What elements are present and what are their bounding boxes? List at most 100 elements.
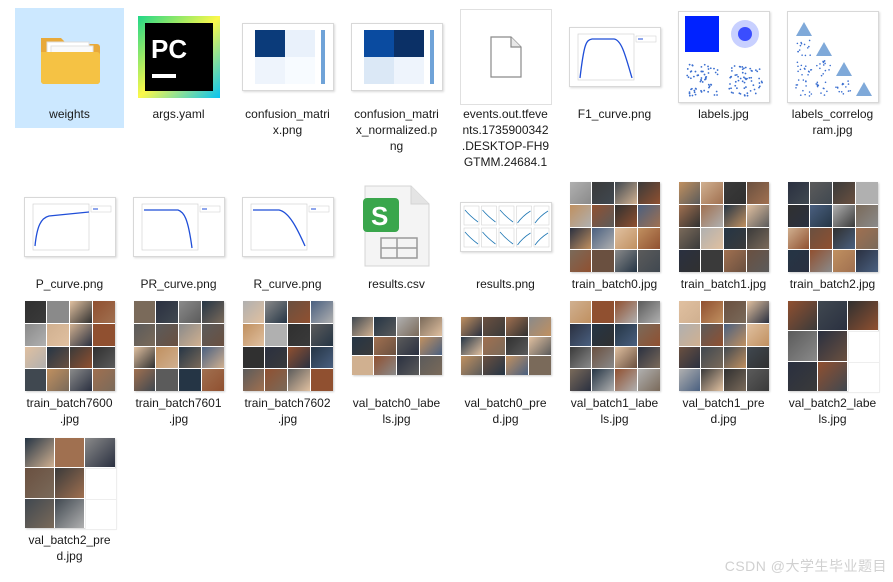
file-name-label: results.png xyxy=(454,276,558,292)
file-item[interactable]: confusion_matri x.png xyxy=(233,8,342,138)
file-name-line: train_batch7602 xyxy=(244,396,331,410)
photo-grid-thumbnail-icon xyxy=(24,301,116,391)
file-name-line: confusion_matri xyxy=(245,107,330,121)
file-name-line: train_batch7600 xyxy=(26,396,113,410)
photo-grid-wide-thumbnail-icon xyxy=(351,301,443,391)
file-name-label: args.yaml xyxy=(127,106,231,122)
r-curve-thumbnail-icon xyxy=(241,182,334,272)
photo-grid-thumbnail-icon xyxy=(242,301,334,391)
file-name-line: d.jpg xyxy=(710,412,737,426)
file-name-line: labels_correlog xyxy=(791,107,874,121)
file-item[interactable]: val_batch0_labe ls.jpg xyxy=(342,297,451,427)
spreadsheet-file-icon: S xyxy=(351,182,443,272)
file-item[interactable]: train_batch0.jpg xyxy=(560,178,669,292)
file-name-line: F1_curve.png xyxy=(577,107,652,121)
file-name-line: .jpg xyxy=(168,412,189,426)
file-item[interactable]: PC args.yaml xyxy=(124,8,233,122)
folder-icon xyxy=(24,12,116,102)
file-item[interactable]: R_curve.png xyxy=(233,178,342,292)
file-name-label: val_batch2_labe ls.jpg xyxy=(781,395,885,427)
file-item[interactable]: val_batch1_pre d.jpg xyxy=(669,297,778,427)
file-name-line: val_batch0_pre xyxy=(464,396,547,410)
file-item[interactable]: F1_curve.png xyxy=(560,8,669,122)
file-name-line: x_normalized.p xyxy=(355,123,438,137)
file-item[interactable]: train_batch7600 .jpg xyxy=(15,297,124,427)
file-name-label: train_batch7600 .jpg xyxy=(18,395,122,427)
file-name-line: nts.1735900342 xyxy=(462,123,549,137)
file-name-line: results.csv xyxy=(368,277,425,291)
svg-text:PC: PC xyxy=(151,34,187,64)
correlogram-thumbnail-icon xyxy=(786,11,879,103)
file-name-line: ls.jpg xyxy=(600,412,629,426)
f1-curve-thumbnail-icon xyxy=(568,12,661,102)
file-name-line: GTMM.24684.1 xyxy=(463,155,548,169)
confusion-matrix-normalized-thumbnail-icon xyxy=(350,12,443,102)
file-item[interactable]: labels_correlog ram.jpg xyxy=(778,8,887,138)
pycharm-icon: PC xyxy=(133,12,225,102)
file-name-line: PR_curve.png xyxy=(140,277,217,291)
photo-grid-wide-thumbnail-icon xyxy=(460,301,552,391)
file-name-line: ram.jpg xyxy=(812,123,853,137)
file-name-label: weights xyxy=(18,106,122,122)
file-item[interactable]: confusion_matri x_normalized.png xyxy=(342,8,451,154)
file-name-line: val_batch2_pre xyxy=(28,533,111,547)
file-name-line: events.out.tfeve xyxy=(463,107,548,121)
file-item[interactable]: PR_curve.png xyxy=(124,178,233,292)
file-name-line: train_batch1.jpg xyxy=(680,277,767,291)
file-name-label: train_batch2.jpg xyxy=(781,276,885,292)
file-name-label: val_batch0_labe ls.jpg xyxy=(345,395,449,427)
file-name-line: .jpg xyxy=(277,412,298,426)
photo-grid-partial-thumbnail-icon xyxy=(24,438,117,530)
file-name-label: events.out.tfeve nts.1735900342 .DESKTOP-F… xyxy=(454,106,558,170)
file-name-line: weights xyxy=(49,107,90,121)
file-item[interactable]: val_batch2_labe ls.jpg xyxy=(778,297,887,427)
file-item[interactable]: labels.jpg xyxy=(669,8,778,122)
watermark: CSDN @大学生毕业题目 xyxy=(724,558,887,574)
file-name-line: val_batch0_labe xyxy=(352,396,441,410)
file-item[interactable]: train_batch7601 .jpg xyxy=(124,297,233,427)
photo-grid-thumbnail-icon xyxy=(787,182,879,272)
file-item[interactable]: val_batch2_pre d.jpg xyxy=(15,434,124,564)
file-item[interactable]: train_batch1.jpg xyxy=(669,178,778,292)
file-name-label: confusion_matri x_normalized.png xyxy=(345,106,449,154)
file-item[interactable]: events.out.tfeve nts.1735900342 .DESKTOP-F… xyxy=(451,8,560,170)
photo-grid-thumbnail-icon xyxy=(678,182,770,272)
file-name-label: confusion_matri x.png xyxy=(236,106,340,138)
file-name-line: val_batch1_labe xyxy=(570,396,659,410)
file-name-line: P_curve.png xyxy=(35,277,104,291)
file-name-line: val_batch1_pre xyxy=(682,396,765,410)
file-name-label: F1_curve.png xyxy=(563,106,667,122)
file-name-line: confusion_matri xyxy=(354,107,439,121)
file-name-line: x.png xyxy=(272,123,303,137)
svg-text:S: S xyxy=(371,201,388,231)
photo-grid-thumbnail-icon xyxy=(569,301,661,391)
file-name-label: val_batch2_pre d.jpg xyxy=(18,532,122,564)
file-name-label: train_batch7601 .jpg xyxy=(127,395,231,427)
file-name-line: d.jpg xyxy=(56,549,83,563)
file-item[interactable]: weights xyxy=(15,8,124,128)
file-name-line: args.yaml xyxy=(152,107,205,121)
file-item[interactable]: S results.csv xyxy=(342,178,451,292)
file-item[interactable]: train_batch2.jpg xyxy=(778,178,887,292)
confusion-matrix-thumbnail-icon xyxy=(241,12,334,102)
labels-thumbnail-icon xyxy=(677,11,770,103)
file-item[interactable]: results.png xyxy=(451,178,560,292)
file-item[interactable]: P_curve.png xyxy=(15,178,124,292)
file-name-label: PR_curve.png xyxy=(127,276,231,292)
file-name-label: labels.jpg xyxy=(672,106,776,122)
file-name-label: results.csv xyxy=(345,276,449,292)
file-name-line: d.jpg xyxy=(492,412,519,426)
photo-grid-thumbnail-icon xyxy=(569,182,661,272)
results-thumbnail-icon xyxy=(459,182,552,272)
file-item[interactable]: train_batch7602 .jpg xyxy=(233,297,342,427)
file-name-line: train_batch7601 xyxy=(135,396,222,410)
file-name-line: train_batch2.jpg xyxy=(789,277,876,291)
file-item[interactable]: val_batch0_pre d.jpg xyxy=(451,297,560,427)
photo-grid-partial-thumbnail-icon xyxy=(787,301,880,393)
file-name-line: .DESKTOP-FH9 xyxy=(461,139,550,153)
file-item[interactable]: val_batch1_labe ls.jpg xyxy=(560,297,669,427)
file-name-line: ng xyxy=(389,139,404,153)
file-name-label: train_batch7602 .jpg xyxy=(236,395,340,427)
file-name-line: .jpg xyxy=(59,412,80,426)
file-name-label: val_batch1_labe ls.jpg xyxy=(563,395,667,427)
